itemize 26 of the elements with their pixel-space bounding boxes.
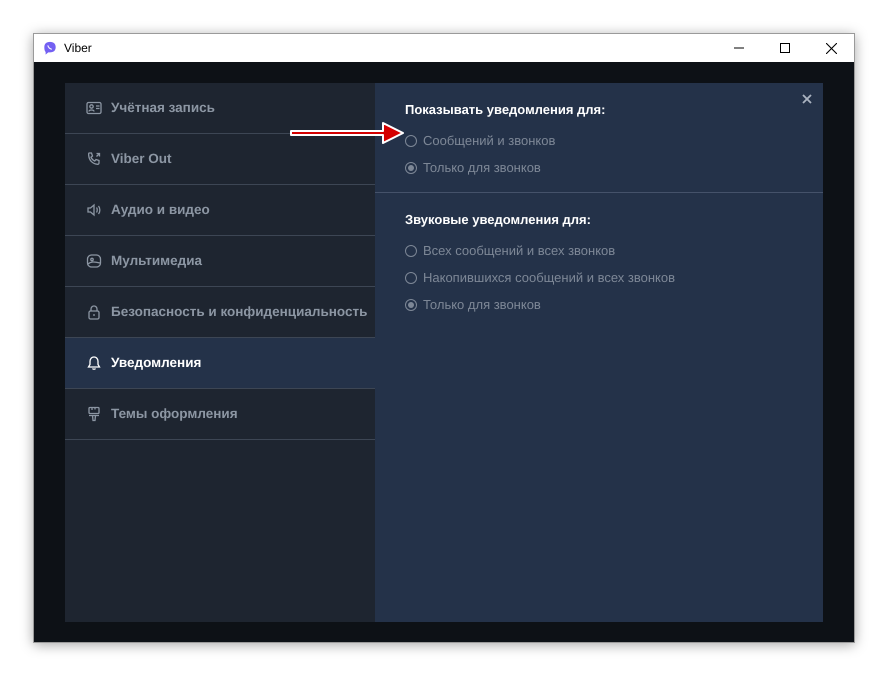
radio-button[interactable] [405, 244, 417, 256]
option-label: Сообщений и звонков [423, 132, 556, 150]
radio-button[interactable] [405, 162, 417, 174]
close-button[interactable] [801, 93, 813, 105]
radio-button[interactable] [405, 135, 417, 147]
section-heading: Показывать уведомления для: [405, 101, 606, 119]
radio-button[interactable] [405, 298, 417, 310]
speaker-icon [86, 202, 102, 218]
phone-icon [86, 151, 102, 167]
settings-menu-item[interactable]: Уведомления [65, 338, 375, 389]
chat-bubble-icon [43, 41, 57, 55]
option-label: Только для звонков [423, 159, 541, 178]
section-heading: Звуковые уведомления для: [405, 210, 592, 229]
window-title: Viber [64, 40, 92, 57]
close-icon [802, 94, 812, 104]
radio-button[interactable] [405, 272, 417, 284]
option-label: Всех сообщений и всех звонков [423, 242, 616, 260]
bell-icon [86, 355, 102, 371]
lock-icon [86, 304, 102, 320]
close-icon [826, 42, 836, 54]
image-icon [86, 253, 102, 269]
option-label: Накопившихся сообщений и всех звонков [423, 268, 676, 287]
option-label: Только для звонков [423, 296, 541, 314]
brush-icon [86, 406, 102, 422]
maximize-icon [780, 43, 790, 53]
id-card-icon [86, 100, 102, 116]
